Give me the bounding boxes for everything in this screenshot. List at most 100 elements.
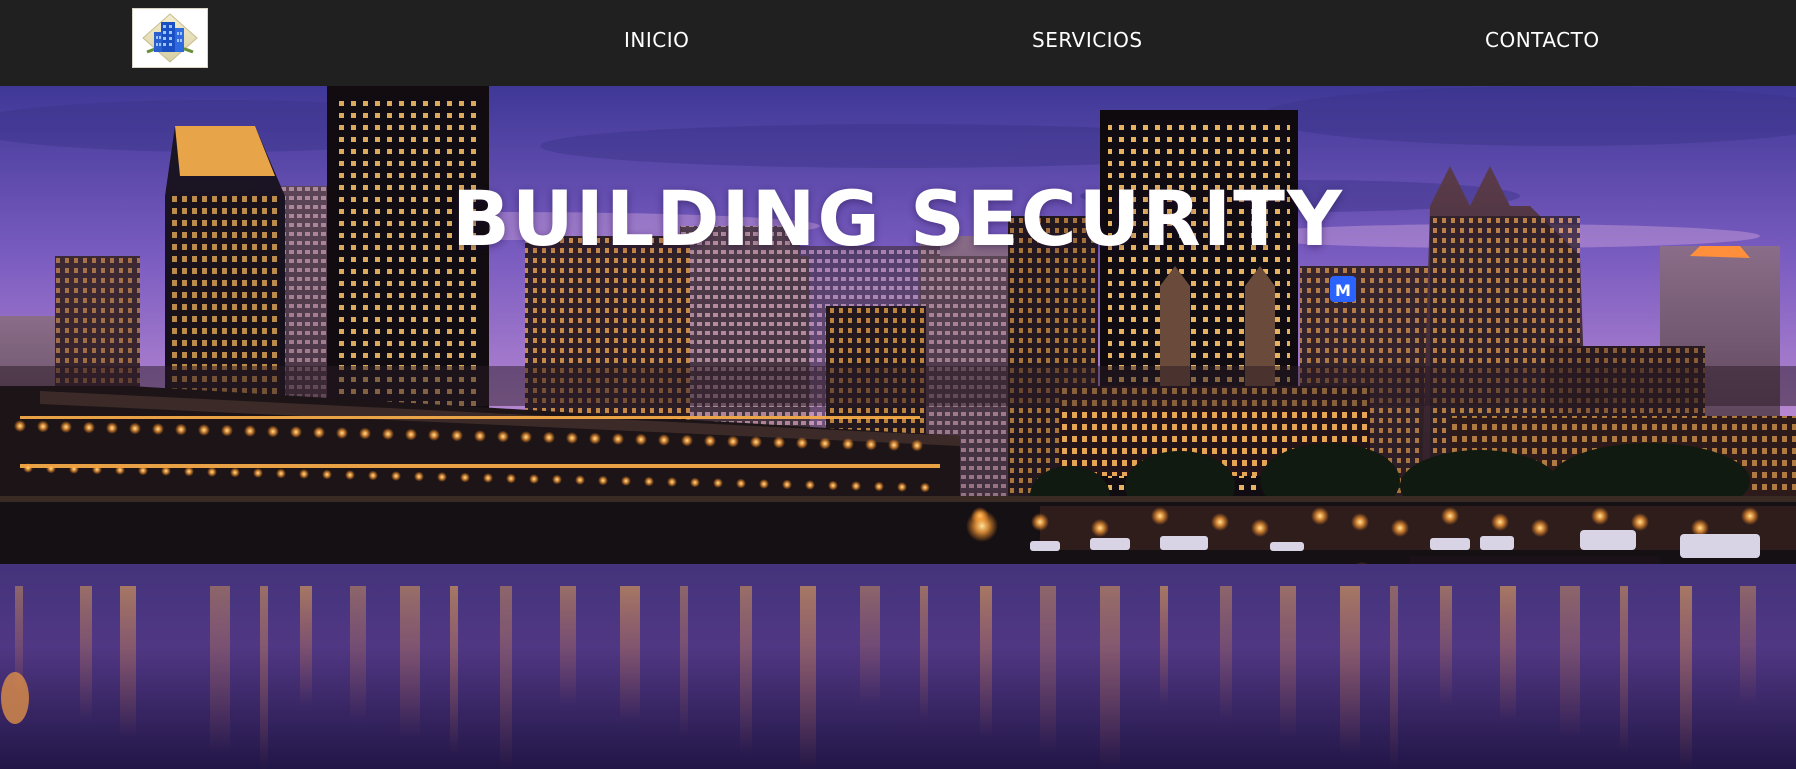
quay-light <box>1151 507 1169 525</box>
street-light <box>391 471 401 481</box>
street-light <box>897 482 907 492</box>
quay-light <box>1211 513 1229 531</box>
hero-section: M BUILDING SECURITY <box>0 86 1796 769</box>
street-light <box>175 423 187 436</box>
street-light <box>451 429 463 442</box>
quay-light <box>1531 519 1549 537</box>
quay-light <box>1441 507 1459 525</box>
street-light <box>736 478 746 489</box>
street-light <box>129 422 141 435</box>
street-light <box>92 464 102 475</box>
svg-text:M: M <box>1335 281 1351 300</box>
street-light <box>198 424 210 436</box>
street-light <box>667 477 677 487</box>
street-light <box>382 428 394 440</box>
street-light <box>276 468 286 479</box>
quay-light <box>1741 507 1759 525</box>
street-light <box>253 468 263 478</box>
hero-title: BUILDING SECURITY <box>452 174 1344 263</box>
street-light <box>60 421 72 433</box>
street-light <box>598 475 608 486</box>
street-light <box>115 465 125 475</box>
quay-light <box>1251 519 1269 537</box>
street-light <box>865 438 877 451</box>
street-light <box>161 466 171 476</box>
street-light <box>589 432 601 445</box>
logo-link[interactable] <box>132 8 208 68</box>
street-light <box>621 476 631 486</box>
street-light <box>529 474 539 484</box>
quay-light <box>1491 513 1509 531</box>
quay-light <box>1031 513 1049 531</box>
street-light <box>230 467 240 478</box>
street-light <box>221 424 233 437</box>
street-light <box>299 469 309 479</box>
street-light <box>644 476 654 487</box>
nav-link-servicios[interactable]: SERVICIOS <box>1032 28 1143 52</box>
page: INICIO SERVICIOS CONTACTO M BUILDING SEC… <box>0 0 1796 769</box>
street-light <box>474 430 486 442</box>
street-light <box>575 475 585 485</box>
street-light <box>460 472 470 483</box>
nav-link-contacto[interactable]: CONTACTO <box>1485 28 1600 52</box>
street-light <box>506 473 516 484</box>
street-light <box>322 469 332 480</box>
street-light <box>543 431 555 444</box>
street-light <box>345 470 355 480</box>
quay-light <box>1591 507 1609 525</box>
street-light <box>106 422 118 434</box>
street-light <box>750 436 762 448</box>
top-navbar: INICIO SERVICIOS CONTACTO <box>0 0 1796 86</box>
street-light <box>184 466 194 477</box>
street-light <box>152 423 164 435</box>
street-light <box>819 437 831 450</box>
nav-link-inicio[interactable]: INICIO <box>624 28 689 52</box>
street-light <box>911 439 923 452</box>
street-light <box>336 427 348 439</box>
street-light <box>796 437 808 449</box>
street-light <box>690 477 700 488</box>
street-light <box>759 479 769 489</box>
quay-light <box>1351 513 1369 531</box>
quay-light <box>1631 513 1649 531</box>
street-light <box>414 471 424 482</box>
street-light <box>851 481 861 491</box>
street-light <box>405 428 417 441</box>
street-light <box>874 481 884 492</box>
street-light <box>37 420 49 433</box>
street-light <box>658 434 670 446</box>
street-light <box>69 464 79 474</box>
street-light <box>566 432 578 444</box>
street-light <box>428 429 440 441</box>
street-light <box>805 480 815 490</box>
street-light <box>635 433 647 446</box>
quay-light <box>1391 519 1409 537</box>
street-light <box>267 425 279 438</box>
street-light <box>828 480 838 491</box>
street-light <box>920 482 930 493</box>
street-light <box>14 420 26 432</box>
street-light <box>497 430 509 443</box>
quay-light <box>966 510 998 542</box>
street-light <box>520 431 532 443</box>
street-light <box>612 433 624 445</box>
building-logo-icon <box>142 13 198 63</box>
street-light <box>483 473 493 483</box>
street-light <box>727 435 739 448</box>
street-light <box>46 463 56 474</box>
street-light <box>83 421 95 434</box>
street-light <box>552 474 562 485</box>
street-light <box>437 472 447 482</box>
quay-light <box>1091 519 1109 537</box>
street-light <box>313 426 325 439</box>
street-light <box>244 425 256 437</box>
street-light <box>773 436 785 449</box>
street-light <box>842 438 854 450</box>
street-light <box>704 435 716 447</box>
street-light <box>681 434 693 447</box>
street-light <box>713 478 723 488</box>
street-light <box>359 427 371 440</box>
quay-light <box>1311 507 1329 525</box>
street-light <box>207 467 217 477</box>
street-light <box>368 470 378 481</box>
